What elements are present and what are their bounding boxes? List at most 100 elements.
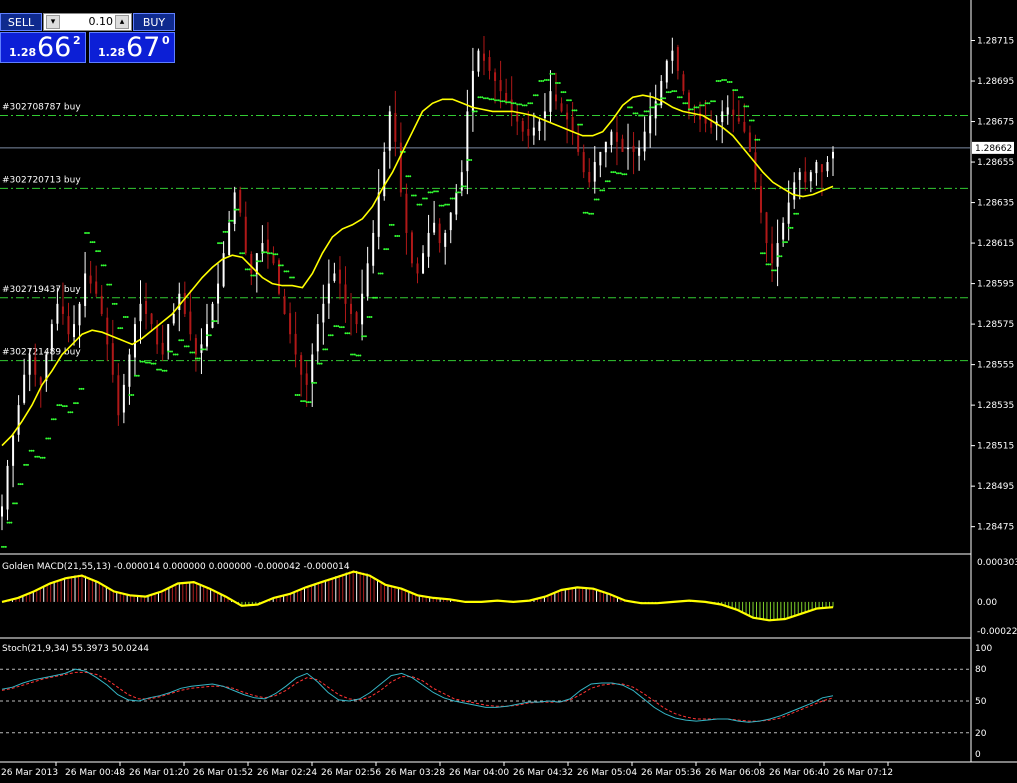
sell-quote[interactable]: 1.28 66 2 [0, 32, 86, 63]
candle-body [527, 129, 530, 136]
sar-dot [680, 96, 683, 99]
sar-dot [580, 123, 583, 126]
sar-dot [82, 387, 85, 390]
macd-tick-label: -0.000221 [977, 627, 1017, 637]
sar-dot [479, 96, 482, 99]
sar-dot [542, 80, 545, 83]
sar-dot [527, 102, 530, 105]
lot-size-value[interactable]: 0.10 [89, 14, 114, 30]
chevron-up-icon[interactable]: ▴ [115, 15, 129, 29]
sar-dot [414, 194, 417, 197]
sar-dot [457, 191, 460, 194]
sar-dot [34, 455, 37, 458]
sar-dot [448, 203, 450, 206]
time-tick-label: 26 Mar 01:20 [129, 768, 189, 778]
sell-button[interactable]: SELL [0, 13, 42, 31]
sar-dot [207, 334, 210, 337]
candle-body [128, 354, 131, 387]
macd-title: Golden MACD(21,55,13) -0.000014 0.000000… [2, 562, 350, 572]
sar-dot [204, 348, 207, 351]
sar-dot [145, 361, 148, 364]
buy-quote[interactable]: 1.28 67 0 [89, 32, 175, 63]
stoch-tick-label: 0 [975, 750, 981, 760]
chevron-down-icon[interactable]: ▾ [46, 15, 60, 29]
candle-body [194, 338, 197, 355]
candle-body [826, 162, 829, 172]
sar-dot [324, 348, 327, 351]
candle-body [599, 151, 602, 166]
sar-dot [771, 269, 774, 272]
sar-dot [595, 198, 598, 201]
sar-dot [409, 175, 412, 178]
sar-dot [132, 394, 135, 396]
sar-dot [176, 353, 179, 356]
sar-dot [122, 316, 125, 319]
candle-body [488, 57, 491, 71]
sar-dot [523, 104, 526, 107]
sar-dot [239, 252, 242, 255]
sar-dot [658, 103, 661, 106]
sar-dot [167, 350, 170, 353]
candle-body [710, 121, 713, 128]
candle-body [804, 171, 807, 183]
candle-body [266, 239, 269, 254]
sar-dot [65, 405, 68, 408]
candle-body [89, 275, 92, 284]
sar-dot [278, 264, 280, 267]
candle-body [183, 293, 186, 314]
sar-dot [102, 264, 105, 267]
sar-dot [645, 110, 648, 113]
buy-quote-prefix: 1.28 [98, 46, 126, 59]
candle-body [17, 405, 20, 435]
candle-body [361, 293, 364, 325]
sar-dot [475, 110, 478, 113]
sar-dot [754, 138, 757, 141]
buy-button[interactable]: BUY [133, 13, 175, 31]
candle-body [239, 190, 242, 213]
order-line-label: #302719437 buy [2, 285, 81, 295]
sar-dot [226, 230, 229, 233]
sar-dot [614, 171, 617, 174]
sar-dot [403, 150, 406, 153]
sar-dot [28, 449, 31, 452]
price-tick-label: 1.28475 [977, 523, 1014, 533]
time-tick-label: 26 Mar 06:08 [705, 768, 765, 778]
sar-dot [440, 204, 443, 207]
candle-body [676, 47, 679, 71]
trading-chart[interactable]: #302708787 buy #302720713 buy #302719437 b… [0, 0, 1017, 783]
lot-size-field[interactable]: ▾ 0.10 ▴ [43, 13, 132, 31]
sar-dot [233, 208, 236, 211]
candle-body [106, 317, 109, 345]
sar-dot [438, 204, 441, 207]
sar-dot [767, 263, 770, 266]
sar-dot [6, 521, 9, 524]
candle-body [494, 72, 497, 82]
candle-body [383, 151, 386, 197]
candle-body [577, 135, 580, 152]
price-tick-label: 1.28515 [977, 442, 1014, 452]
candle-body [782, 222, 785, 240]
sar-dot [647, 110, 650, 113]
price-tick-label: 1.28495 [977, 482, 1014, 492]
candle-body [665, 60, 668, 83]
sar-dot [158, 368, 161, 371]
sar-dot [641, 114, 644, 117]
sar-dot [725, 79, 727, 82]
sar-dot [543, 79, 546, 82]
sar-dot [610, 171, 613, 174]
sar-dot [651, 106, 654, 109]
candle-body [39, 377, 42, 385]
sar-dot [420, 203, 423, 206]
sar-dot [689, 108, 692, 111]
sar-dot [248, 268, 251, 271]
stoch-title: Stoch(21,9,34) 55.3973 50.0244 [2, 644, 149, 654]
time-tick-label: 26 Mar 01:52 [193, 768, 253, 778]
sar-dot [715, 80, 718, 83]
sar-dot [222, 230, 225, 233]
sar-dot [577, 123, 580, 126]
sar-dot [305, 401, 308, 404]
sar-dot [687, 108, 690, 111]
candle-body [122, 384, 125, 413]
sar-dot [532, 94, 535, 97]
sar-dot [750, 119, 753, 122]
